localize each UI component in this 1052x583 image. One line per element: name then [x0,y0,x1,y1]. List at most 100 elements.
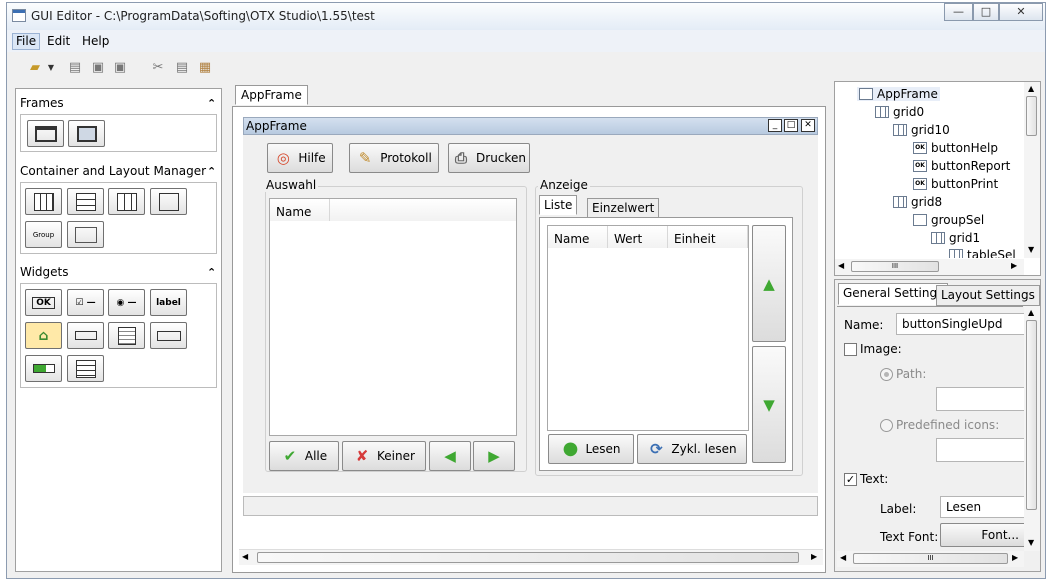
menu-help[interactable]: Help [82,34,109,48]
tree-item-grid0[interactable]: grid0 [875,105,924,119]
text-checkbox[interactable]: ✓ [844,473,857,486]
panel-button[interactable] [67,221,104,248]
props-hscrollbar[interactable]: ◀ III ▶ [837,551,1024,567]
frame-maximize-icon[interactable]: □ [784,119,798,132]
open-folder-icon[interactable]: ▰ [27,60,43,76]
lesen-button[interactable]: ● Lesen [548,434,634,464]
anzeige-einheit-column[interactable]: Einheit [668,226,748,248]
anzeige-wert-column[interactable]: Wert [608,226,668,248]
label-widget-button[interactable]: label [150,289,187,316]
grid-layout-button[interactable] [25,188,62,215]
tree-scroll-left-icon[interactable]: ◀ [838,261,844,270]
image-frame-widget-button[interactable] [68,120,105,147]
props-scroll-left-icon[interactable]: ◀ [840,553,846,562]
button-widget-button[interactable]: OK [25,289,62,316]
tab-general-settings[interactable]: General Settings [838,283,949,305]
tab-liste[interactable]: Liste [539,195,578,215]
collapse-container-icon[interactable]: ⌃ [207,165,216,178]
textarea-widget-button[interactable] [108,322,145,349]
zykl-lesen-button[interactable]: ⟳ Zykl. lesen [637,434,747,464]
keiner-button[interactable]: ✘ Keiner [342,441,426,471]
button-icon: OK [913,160,927,172]
tree-scroll-right-icon[interactable]: ▶ [1011,261,1017,270]
tree-scroll-down-icon[interactable]: ▼ [1028,245,1034,254]
protokoll-button[interactable]: ✎ Protokoll [349,143,439,173]
tab-appframe[interactable]: AppFrame [235,85,308,105]
new-file-icon[interactable]: ▤ [67,60,83,76]
tab-layout-settings[interactable]: Layout Settings [936,285,1040,306]
save-icon[interactable]: ▣ [90,60,106,76]
scroll-left-icon[interactable]: ◀ [242,552,248,561]
hilfe-button[interactable]: ◎ Hilfe [267,143,333,173]
tree-vscroll-thumb[interactable] [1026,96,1037,136]
frame-close-icon[interactable]: ✕ [801,119,815,132]
tree-item-groupsel[interactable]: groupSel [913,213,984,227]
horizontal-layout-button[interactable] [108,188,145,215]
dropdown-arrow-icon[interactable]: ▼ [43,60,59,76]
frame-minimize-icon[interactable]: _ [768,119,782,132]
collapse-widgets-icon[interactable]: ⌃ [207,266,216,279]
menu-file[interactable]: File [12,33,41,50]
tree-item-buttonreport[interactable]: OK buttonReport [913,159,1010,173]
cut-icon[interactable]: ✂ [150,60,166,76]
predefined-icons-radio[interactable] [880,419,893,432]
textfield-widget-button[interactable] [67,322,104,349]
checkbox-widget-button[interactable]: ☑ — [67,289,104,316]
anzeige-name-column[interactable]: Name [548,226,608,248]
auswahl-list[interactable]: Name [269,198,517,436]
editor-hscrollbar[interactable]: ◀ ▶ [239,549,823,565]
name-field[interactable]: buttonSingleUpd [896,313,1026,335]
tree-item-buttonprint[interactable]: OK buttonPrint [913,177,998,191]
tree-hscroll-thumb[interactable]: III [851,261,939,272]
group-box-button[interactable]: Group [25,221,62,248]
alle-button[interactable]: ✔ Alle [269,441,339,471]
maximize-button[interactable]: □ [973,3,999,21]
tree-vscrollbar[interactable]: ▲ ▼ [1024,82,1040,258]
frame-widget-button[interactable] [27,120,64,147]
anzeige-table[interactable]: Name Wert Einheit [547,225,749,431]
props-vscroll-thumb[interactable] [1026,320,1037,510]
tree-item-grid8[interactable]: grid8 [893,195,942,209]
move-up-button[interactable]: ▲ [752,225,786,342]
tree-scroll-up-icon[interactable]: ▲ [1028,84,1034,93]
path-radio[interactable] [880,368,893,381]
tree-item-buttonhelp[interactable]: OK buttonHelp [913,141,998,155]
move-down-button[interactable]: ▼ [752,346,786,463]
copy-icon[interactable]: ▤ [174,60,190,76]
tab-einzelwert[interactable]: Einzelwert [587,198,660,218]
props-scroll-up-icon[interactable]: ▲ [1028,308,1034,317]
editor-hscroll-thumb[interactable] [257,552,799,563]
auswahl-name-column[interactable]: Name [270,199,330,221]
save-all-icon[interactable]: ▣ [112,60,128,76]
collapse-frames-icon[interactable]: ⌃ [207,97,216,110]
image-checkbox[interactable] [844,343,857,356]
progress-widget-button[interactable] [25,355,62,382]
close-button[interactable]: ✕ [999,3,1043,21]
tree-item-grid10[interactable]: grid10 [893,123,950,137]
predefined-icons-field[interactable] [936,438,1026,462]
combobox-widget-button[interactable] [150,322,187,349]
move-left-button[interactable]: ◀ [429,441,471,471]
path-field[interactable] [936,387,1026,411]
minimize-button[interactable]: — [944,3,973,21]
menu-edit[interactable]: Edit [47,34,70,48]
label-field[interactable]: Lesen [940,496,1026,518]
move-right-button[interactable]: ▶ [473,441,515,471]
tree-item-appframe[interactable]: AppFrame [857,87,940,101]
radio-widget-button[interactable]: ◉ — [108,289,145,316]
tree-item-tablesel[interactable]: tableSel [949,248,1016,258]
drucken-button[interactable]: ⎙ Drucken [448,143,530,173]
paste-icon[interactable]: ▦ [197,60,213,76]
props-scroll-down-icon[interactable]: ▼ [1028,538,1034,547]
props-hscroll-thumb[interactable]: III [853,553,1008,564]
vertical-layout-button[interactable] [67,188,104,215]
table-widget-button[interactable] [67,355,104,382]
props-vscrollbar[interactable]: ▲ ▼ [1024,306,1040,551]
image-widget-button[interactable]: ⌂ [25,322,62,349]
tree-hscrollbar[interactable]: ◀ III ▶ [835,259,1024,275]
tree-item-grid1[interactable]: grid1 [931,231,980,245]
font-button[interactable]: Font... [940,523,1026,547]
props-scroll-right-icon[interactable]: ▶ [1012,553,1018,562]
tab-container-button[interactable] [150,188,187,215]
scroll-right-icon[interactable]: ▶ [811,552,817,561]
